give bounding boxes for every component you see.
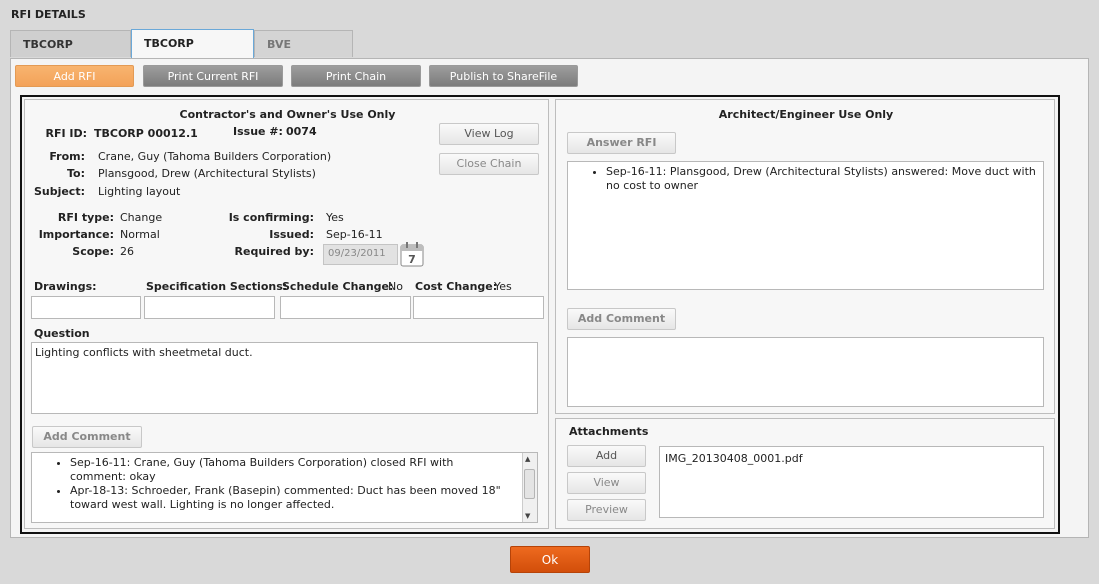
drawings-input[interactable] bbox=[31, 296, 141, 319]
importance-label: Importance: bbox=[38, 228, 114, 241]
tab-bve-00004-0[interactable]: BVE 00004.0 bbox=[254, 30, 353, 78]
schedule-change-value: No bbox=[388, 280, 403, 293]
scope-value: 26 bbox=[120, 245, 134, 258]
comment-item: Apr-18-13: Schroeder, Frank (Basepin) co… bbox=[70, 484, 537, 512]
rfi-id-value: TBCORP 00012.1 bbox=[94, 127, 198, 140]
subject-value: Lighting layout bbox=[98, 185, 181, 198]
publish-sharefile-button[interactable]: Publish to ShareFile bbox=[429, 65, 578, 87]
architect-comment-box[interactable] bbox=[567, 337, 1044, 407]
issue-value: 0074 bbox=[286, 125, 317, 138]
architect-panel-title: Architect/Engineer Use Only bbox=[718, 108, 894, 121]
architect-panel: Architect/Engineer Use Only Answer RFI S… bbox=[555, 99, 1055, 414]
attachments-list[interactable]: IMG_20130408_0001.pdf bbox=[659, 446, 1044, 518]
comments-list[interactable]: Sep-16-11: Crane, Guy (Tahoma Builders C… bbox=[31, 452, 538, 523]
ok-button[interactable]: Ok bbox=[510, 546, 590, 573]
cost-change-input[interactable] bbox=[413, 296, 544, 319]
spec-sections-label: Specification Sections: bbox=[146, 280, 288, 293]
add-comment-button-left[interactable]: Add Comment bbox=[32, 426, 142, 448]
comment-item: Sep-16-11: Crane, Guy (Tahoma Builders C… bbox=[70, 456, 537, 484]
view-attachment-button[interactable]: View bbox=[567, 472, 646, 494]
tab-tbcorp-00012-1[interactable]: TBCORP 00012.1 bbox=[10, 30, 131, 78]
view-log-button[interactable]: View Log bbox=[439, 123, 539, 145]
contractor-panel-title: Contractor's and Owner's Use Only bbox=[179, 108, 396, 121]
to-label: To: bbox=[67, 167, 85, 180]
scroll-up-icon[interactable]: ▲ bbox=[525, 455, 530, 463]
add-rfi-button[interactable]: Add RFI bbox=[15, 65, 134, 87]
calendar-icon[interactable]: 7 bbox=[400, 242, 424, 267]
add-comment-button-right[interactable]: Add Comment bbox=[567, 308, 676, 330]
schedule-change-input[interactable] bbox=[280, 296, 411, 319]
contractor-panel: Contractor's and Owner's Use Only RFI ID… bbox=[24, 99, 549, 529]
confirming-label: Is confirming: bbox=[228, 211, 314, 224]
question-label: Question bbox=[34, 327, 90, 340]
svg-text:7: 7 bbox=[408, 253, 416, 266]
cost-change-value: Yes bbox=[494, 280, 512, 293]
scope-label: Scope: bbox=[72, 245, 114, 258]
window-title: RFI DETAILS bbox=[11, 8, 86, 21]
from-label: From: bbox=[49, 150, 85, 163]
required-by-input[interactable]: 09/23/2011 bbox=[323, 244, 398, 265]
answer-rfi-button[interactable]: Answer RFI bbox=[567, 132, 676, 154]
drawings-label: Drawings: bbox=[34, 280, 97, 293]
print-chain-button[interactable]: Print Chain bbox=[291, 65, 421, 87]
subject-label: Subject: bbox=[33, 185, 85, 198]
close-chain-button[interactable]: Close Chain bbox=[439, 153, 539, 175]
scroll-thumb[interactable] bbox=[524, 469, 535, 499]
answers-list[interactable]: Sep-16-11: Plansgood, Drew (Architectura… bbox=[567, 161, 1044, 290]
add-attachment-button[interactable]: Add bbox=[567, 445, 646, 467]
attachments-title: Attachments bbox=[569, 425, 649, 438]
print-current-rfi-button[interactable]: Print Current RFI bbox=[143, 65, 283, 87]
cost-change-label: Cost Change: bbox=[415, 280, 498, 293]
issued-label: Issued: bbox=[269, 228, 314, 241]
required-by-label: Required by: bbox=[234, 245, 314, 258]
scroll-down-icon[interactable]: ▼ bbox=[525, 512, 530, 520]
from-value: Crane, Guy (Tahoma Builders Corporation) bbox=[98, 150, 332, 163]
attachment-item[interactable]: IMG_20130408_0001.pdf bbox=[665, 452, 1038, 465]
rfi-type-label: RFI type: bbox=[57, 211, 114, 224]
confirming-value: Yes bbox=[326, 211, 344, 224]
schedule-change-label: Schedule Change: bbox=[282, 280, 394, 293]
comments-scrollbar[interactable]: ▲ ▼ bbox=[522, 453, 537, 522]
preview-attachment-button[interactable]: Preview bbox=[567, 499, 646, 521]
tab-tbcorp-00012-0[interactable]: TBCORP 00012.0 bbox=[131, 29, 254, 77]
rfi-id-label: RFI ID: bbox=[45, 127, 87, 140]
answer-item: Sep-16-11: Plansgood, Drew (Architectura… bbox=[606, 165, 1043, 193]
to-value: Plansgood, Drew (Architectural Stylists) bbox=[98, 167, 316, 180]
importance-value: Normal bbox=[120, 228, 160, 241]
rfi-type-value: Change bbox=[120, 211, 163, 224]
attachments-panel: Attachments Add View Preview IMG_2013040… bbox=[555, 418, 1055, 529]
question-textarea[interactable]: Lighting conflicts with sheetmetal duct. bbox=[31, 342, 538, 414]
issue-label: Issue #: bbox=[233, 125, 283, 138]
spec-sections-input[interactable] bbox=[144, 296, 275, 319]
issued-value: Sep-16-11 bbox=[326, 228, 383, 241]
